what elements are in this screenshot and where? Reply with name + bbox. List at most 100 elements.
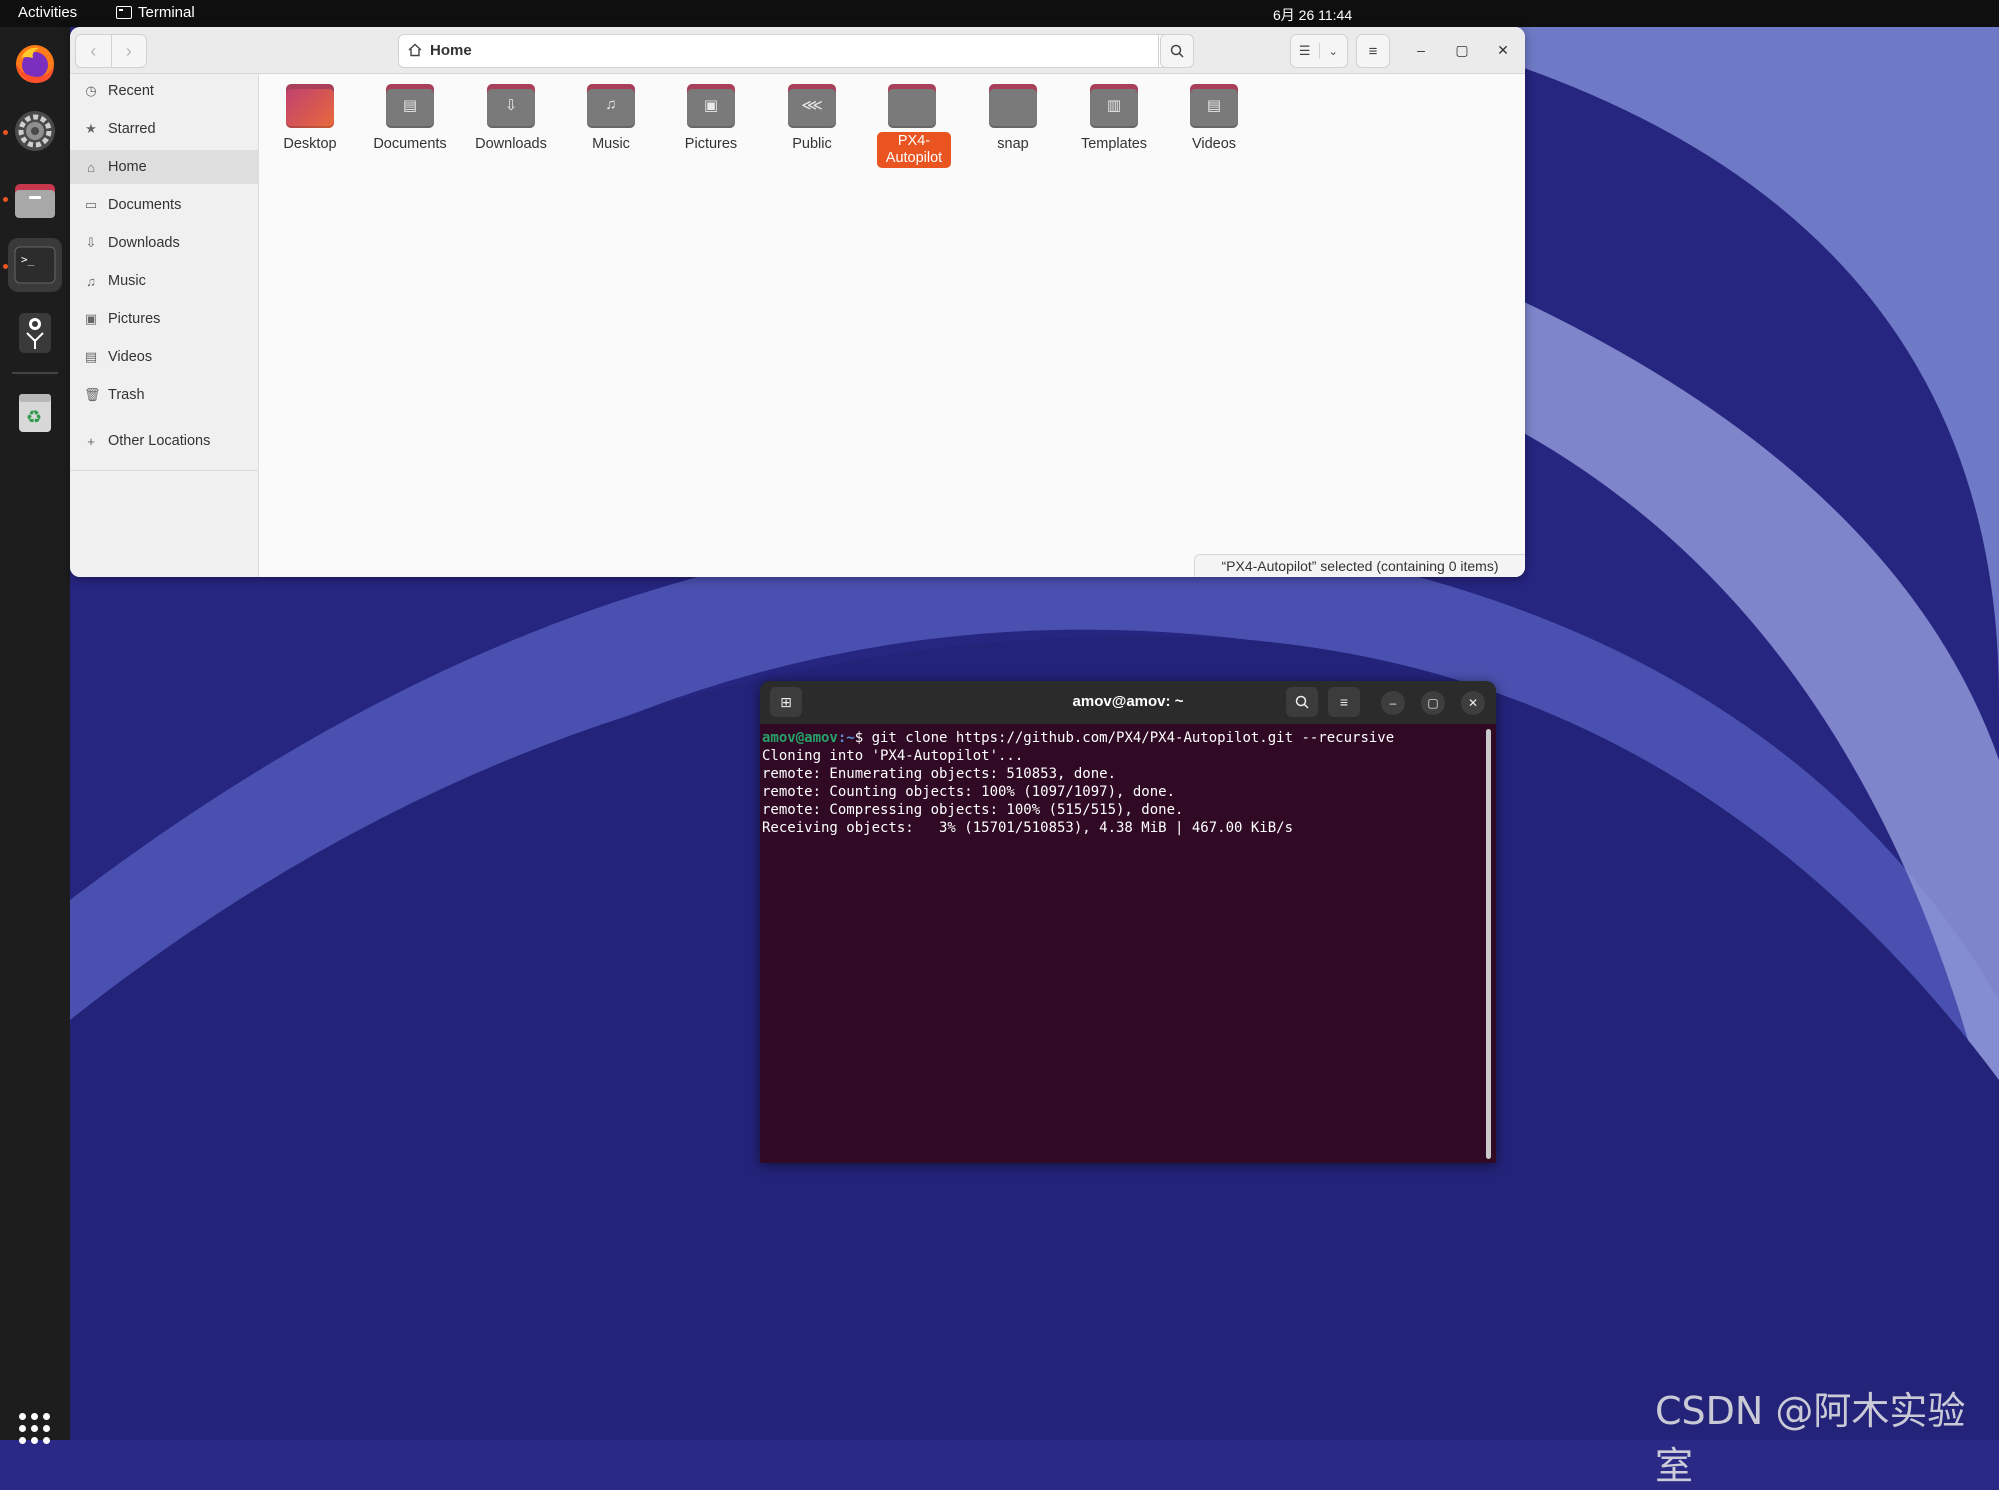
home-icon: [408, 43, 422, 57]
terminal-menu-button[interactable]: ≡: [1328, 687, 1360, 717]
file-grid: Desktop ▤ Documents ⇩ Downloads ♫ Music …: [259, 74, 1525, 577]
folder-name: Downloads: [475, 136, 547, 152]
sidebar-item-recent[interactable]: ◷ Recent: [70, 74, 258, 108]
command-text: git clone https://github.com/PX4/PX4-Aut…: [871, 730, 1395, 746]
svg-text:>_: >_: [21, 253, 35, 266]
search-button[interactable]: [1160, 34, 1194, 68]
music-folder-icon: ♫: [587, 84, 635, 128]
video-icon: ▤: [84, 349, 98, 364]
menu-icon: ≡: [1339, 694, 1349, 710]
path-bar[interactable]: Home ⋮: [398, 34, 1194, 68]
sidebar-item-starred[interactable]: ★ Starred: [70, 112, 258, 146]
forward-button[interactable]: ›: [112, 35, 147, 67]
sidebar-item-music[interactable]: ♫ Music: [70, 264, 258, 298]
folder-pictures[interactable]: ▣ Pictures: [663, 84, 759, 153]
folder-name: Documents: [373, 136, 447, 152]
minimize-button[interactable]: –: [1408, 37, 1434, 63]
sidebar-item-pictures[interactable]: ▣ Pictures: [70, 302, 258, 336]
sidebar: ◷ Recent ★ Starred ⌂ Home ▭ Documents ⇩ …: [70, 74, 259, 577]
sidebar-item-documents[interactable]: ▭ Documents: [70, 188, 258, 222]
hamburger-menu-button[interactable]: ≡: [1356, 34, 1390, 68]
templates-folder-icon: ▥: [1090, 84, 1138, 128]
terminal-output[interactable]: amov@amov:~$ git clone https://github.co…: [762, 729, 1477, 1159]
dock-settings[interactable]: [8, 104, 62, 158]
app-menu[interactable]: Terminal: [116, 4, 195, 21]
folder-snap[interactable]: snap: [965, 84, 1061, 153]
dock-firefox[interactable]: [8, 37, 62, 91]
public-folder-icon: ⋘: [788, 84, 836, 128]
videos-folder-icon: ▤: [1190, 84, 1238, 128]
dock-trash[interactable]: ♻: [8, 385, 62, 439]
document-icon: ▭: [84, 197, 98, 212]
folder-icon: [989, 84, 1037, 128]
sidebar-item-home[interactable]: ⌂ Home: [70, 150, 258, 184]
output-line: remote: Enumerating objects: 510853, don…: [762, 766, 1117, 782]
terminal-close-button[interactable]: ✕: [1461, 691, 1485, 715]
sidebar-item-downloads[interactable]: ⇩ Downloads: [70, 226, 258, 260]
music-icon: ♫: [86, 273, 96, 289]
sidebar-item-label: Documents: [108, 197, 182, 213]
files-icon: [15, 184, 55, 218]
dock-terminal[interactable]: >_: [8, 238, 62, 292]
close-button[interactable]: ✕: [1490, 37, 1516, 63]
back-button[interactable]: ‹: [76, 35, 112, 67]
view-toggle[interactable]: ☰ ⌄: [1290, 34, 1348, 68]
menu-icon: ≡: [1368, 42, 1378, 60]
inkscape-icon: [19, 313, 51, 353]
pictures-folder-icon: ▣: [687, 84, 735, 128]
folder-templates[interactable]: ▥ Templates: [1066, 84, 1162, 153]
firefox-icon: [16, 45, 54, 83]
folder-downloads[interactable]: ⇩ Downloads: [463, 84, 559, 153]
clock-icon: ◷: [85, 83, 97, 98]
terminal-icon: [116, 6, 132, 19]
picture-icon: ▣: [84, 311, 98, 326]
trash-icon: ♻: [19, 394, 51, 432]
navigation-buttons: ‹ ›: [75, 34, 147, 68]
terminal-minimize-button[interactable]: –: [1381, 691, 1405, 715]
list-view-icon[interactable]: ☰: [1291, 43, 1320, 59]
folder-name: Videos: [1191, 136, 1237, 152]
output-line: Cloning into 'PX4-Autopilot'...: [762, 748, 1024, 764]
folder-desktop[interactable]: Desktop: [262, 84, 358, 153]
folder-name: PX4-Autopilot: [877, 132, 951, 168]
folder-documents[interactable]: ▤ Documents: [362, 84, 458, 153]
output-line: remote: Compressing objects: 100% (515/5…: [762, 802, 1184, 818]
terminal-scrollbar[interactable]: [1486, 729, 1491, 1159]
folder-name: Music: [592, 136, 630, 152]
files-window: ‹ › Home ⋮ ☰ ⌄ ≡ – ▢ ✕ ◷: [70, 27, 1525, 577]
dock-separator: [12, 372, 58, 374]
search-icon: [1295, 695, 1309, 709]
show-apps-icon[interactable]: [19, 1413, 51, 1445]
terminal-icon: >_: [14, 246, 56, 284]
svg-text:♻: ♻: [26, 407, 42, 428]
activities-button[interactable]: Activities: [18, 4, 77, 21]
sidebar-separator: [70, 470, 258, 471]
terminal-search-button[interactable]: [1286, 687, 1318, 717]
sidebar-item-other-locations[interactable]: + Other Locations: [70, 424, 258, 458]
star-icon: ★: [85, 121, 97, 136]
maximize-button[interactable]: ▢: [1449, 37, 1475, 63]
sidebar-item-label: Recent: [108, 83, 154, 99]
terminal-window: ⊞ amov@amov: ~ ≡ – ▢ ✕ amov@amov:~$ git …: [760, 681, 1496, 1163]
desktop-folder-icon: [286, 84, 334, 128]
dock-files[interactable]: [8, 173, 62, 227]
folder-public[interactable]: ⋘ Public: [764, 84, 860, 153]
chevron-down-icon[interactable]: ⌄: [1320, 45, 1348, 58]
folder-music[interactable]: ♫ Music: [563, 84, 659, 153]
path-label: Home: [430, 42, 472, 59]
folder-videos[interactable]: ▤ Videos: [1166, 84, 1262, 153]
sidebar-item-label: Trash: [108, 387, 145, 403]
dock-inkscape[interactable]: [8, 306, 62, 360]
prompt-end: $: [854, 730, 872, 746]
selection-status: “PX4-Autopilot” selected (containing 0 i…: [1194, 554, 1525, 577]
sidebar-item-videos[interactable]: ▤ Videos: [70, 340, 258, 374]
prompt-user: amov@amov: [762, 730, 838, 746]
folder-name: Desktop: [283, 136, 337, 152]
folder-px4-autopilot[interactable]: PX4-Autopilot: [864, 84, 960, 168]
clock[interactable]: 6月 26 11:44: [1273, 5, 1352, 25]
folder-name: Templates: [1080, 136, 1148, 152]
sidebar-item-trash[interactable]: 🗑 Trash: [70, 378, 258, 412]
terminal-maximize-button[interactable]: ▢: [1421, 691, 1445, 715]
folder-name: Public: [792, 136, 832, 152]
folder-name: snap: [997, 136, 1029, 152]
